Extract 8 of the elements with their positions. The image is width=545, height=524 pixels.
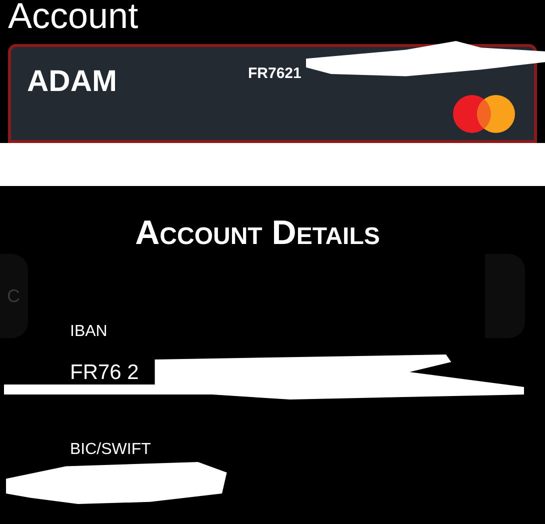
field-label: IBAN	[70, 322, 108, 342]
dialog-title: Account Details	[134, 216, 381, 250]
card-holder: ADAM	[27, 67, 117, 100]
field-label: BIC/SWIFT	[70, 440, 152, 460]
page-title: Account	[8, 0, 138, 34]
field-value: FR76 2	[70, 360, 139, 386]
card-number: FR7621	[248, 64, 302, 84]
card-network-logo	[452, 94, 516, 134]
